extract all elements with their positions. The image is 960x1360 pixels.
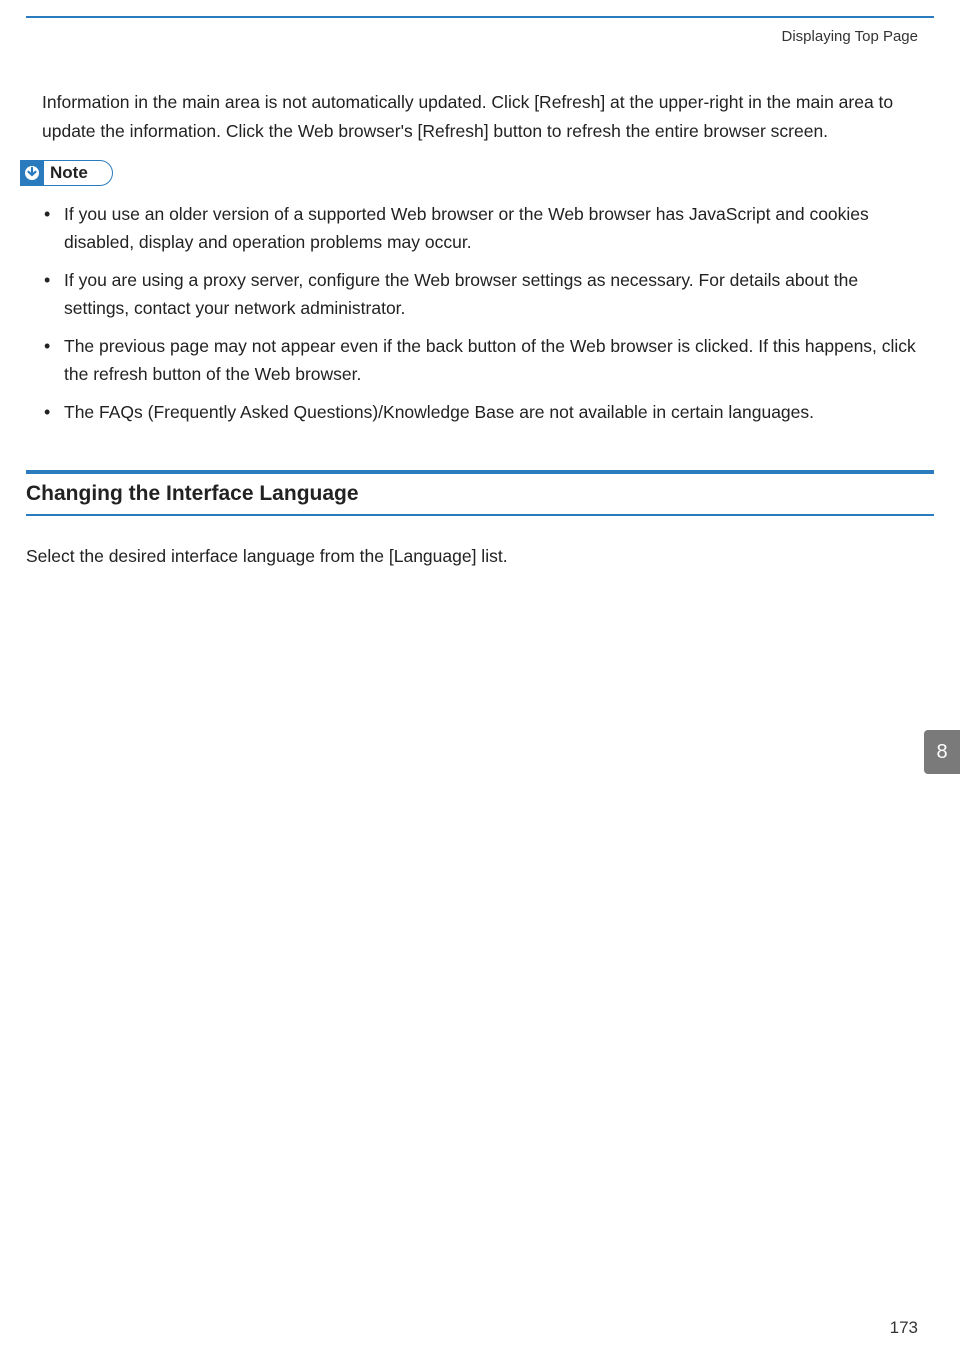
page-number: 173 [890,1318,918,1338]
section-rule-bottom [26,514,934,516]
section-body: Select the desired interface language fr… [26,542,934,570]
list-item: The previous page may not appear even if… [42,332,918,388]
note-list: If you use an older version of a support… [42,200,918,426]
section-title: Changing the Interface Language [26,482,934,506]
body-block: Information in the main area is not auto… [42,88,918,436]
running-head: Displaying Top Page [782,28,918,45]
section-rule-top [26,470,934,474]
section-block: Changing the Interface Language Select t… [26,470,934,570]
note-callout: Note [20,160,113,186]
list-item: The FAQs (Frequently Asked Questions)/Kn… [42,398,918,426]
list-item: If you are using a proxy server, configu… [42,266,918,322]
intro-paragraph: Information in the main area is not auto… [42,88,918,146]
note-label: Note [50,163,88,183]
header-divider [26,16,934,18]
list-item: If you use an older version of a support… [42,200,918,256]
page: Displaying Top Page Information in the m… [0,0,960,1360]
chapter-tab: 8 [924,730,960,774]
down-arrow-icon [20,160,44,186]
